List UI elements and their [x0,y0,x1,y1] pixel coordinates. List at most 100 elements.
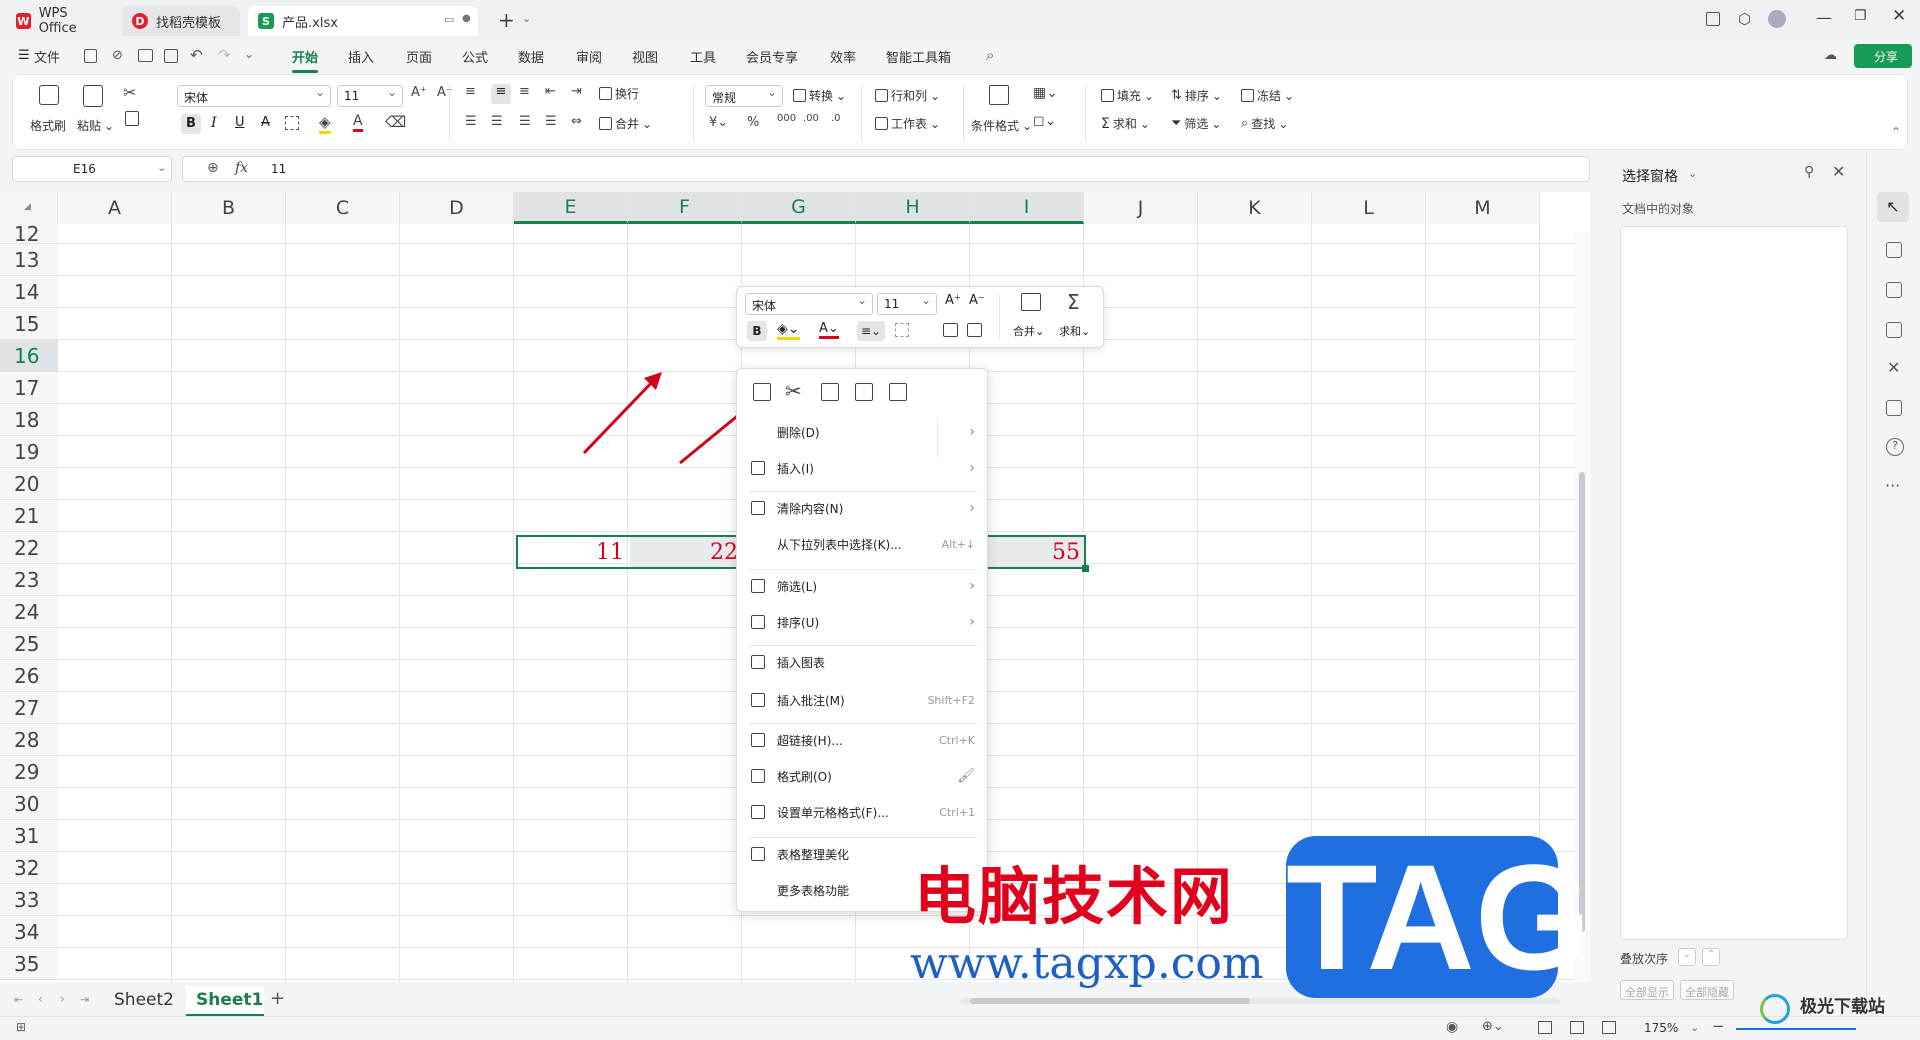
number-format-select[interactable]: 常规 [705,85,783,107]
select-all-corner[interactable]: ◢ [0,192,58,224]
tab-wps-office[interactable]: W WPS Office [6,6,114,36]
style-icon[interactable] [1886,322,1902,338]
column-header-m[interactable]: M [1426,192,1540,224]
tab-template[interactable]: D 找稻壳模板 [122,6,240,36]
menu-file[interactable]: 文件 [34,47,60,66]
row-header-33[interactable]: 33 [0,884,58,916]
object-list[interactable] [1620,226,1848,940]
row-header-22[interactable]: 22 [0,532,58,564]
row-header-16[interactable]: 16 [0,340,58,372]
column-header-k[interactable]: K [1198,192,1312,224]
mini-font-select[interactable]: 宋体 [745,293,873,315]
freeze-button[interactable]: 冻结 ⌄ [1241,87,1294,104]
name-box[interactable]: E16 ⌄ [12,156,172,182]
row-header-20[interactable]: 20 [0,468,58,500]
mini-sum-button[interactable]: 求和⌄ [1059,323,1090,339]
fill-button[interactable]: 填充 ⌄ [1101,87,1154,104]
distribute-icon[interactable]: ⇔ [571,114,582,129]
context-item-9[interactable]: 格式刷(O) 🖌 [737,761,989,791]
context-item-6[interactable]: 插入图表 [737,647,989,677]
column-header-d[interactable]: D [400,192,514,224]
next-sheet-icon[interactable]: › [60,992,65,1006]
row-header-13[interactable]: 13 [0,244,58,276]
show-all-button[interactable]: 全部显示 [1620,980,1674,1000]
select-pointer-icon[interactable]: ↖ [1877,192,1909,222]
context-item-2[interactable]: 清除内容(N) › [737,493,989,523]
context-item-4[interactable]: 筛选(L) › [737,571,989,601]
zoom-search-icon[interactable]: ⊕ [207,160,219,176]
normal-view-icon[interactable] [1538,1021,1552,1034]
pin-icon[interactable]: ⚲ [1804,164,1814,180]
row-header-31[interactable]: 31 [0,820,58,852]
table-style-icon[interactable]: ▦⌄ [1033,85,1058,101]
align-center-icon[interactable]: ☰ [491,114,503,129]
redo-icon[interactable]: ↷ [218,46,231,64]
copy-icon[interactable] [753,383,771,401]
save-icon[interactable] [84,49,97,63]
clear-format-icon[interactable]: ⌫ [385,113,406,131]
context-item-7[interactable]: 插入批注(M) Shift+F2 [737,685,989,715]
indent-increase-icon[interactable]: ⇥ [571,84,582,99]
align-middle-icon[interactable]: ≡ [491,84,511,104]
page-break-icon[interactable] [1602,1021,1616,1034]
menu-home[interactable]: 开始 [292,47,319,73]
border-icon[interactable] [285,116,299,130]
menu-insert[interactable]: 插入 [348,47,374,66]
pane-title-dropdown-icon[interactable]: ⌄ [1688,167,1697,180]
hamburger-icon[interactable]: ☰ [18,48,30,63]
column-header-b[interactable]: B [172,192,286,224]
align-left-icon[interactable]: ☰ [465,114,477,129]
find-button[interactable]: ⌕ 查找 ⌄ [1241,115,1288,132]
tab-list-icon[interactable]: ⌄ [522,12,531,25]
row-header-28[interactable]: 28 [0,724,58,756]
menu-view[interactable]: 视图 [632,47,658,66]
mini-fill-color-icon[interactable]: ◈⌄ [777,321,800,340]
justify-icon[interactable]: ☰ [545,114,557,129]
mini-size-select[interactable]: 11 [877,293,937,315]
cube-icon[interactable]: ⬡ [1738,10,1751,28]
backup-icon[interactable] [1886,400,1902,416]
row-header-17[interactable]: 17 [0,372,58,404]
align-top-icon[interactable]: ≡ [465,84,476,99]
more-icon[interactable]: ··· [1885,476,1900,495]
zoom-level[interactable]: 175% [1644,1021,1678,1035]
paste-text-icon[interactable] [855,383,873,401]
percent-icon[interactable]: % [747,115,759,130]
cloud-icon[interactable]: ☁ [1824,48,1837,63]
sheet-tab-sheet1[interactable]: Sheet1 [196,990,263,1010]
mini-increase-font-icon[interactable]: A⁺ [945,293,961,308]
mini-decrease-font-icon[interactable]: A⁻ [969,293,985,308]
minimize-icon[interactable]: — [1816,8,1832,27]
adjust-icon[interactable] [1886,242,1902,258]
strikethrough-button[interactable]: A [261,115,270,130]
name-box-dropdown-icon[interactable]: ⌄ [157,161,166,174]
context-item-1[interactable]: 插入(I) › [737,453,989,483]
cell-I16[interactable]: 55 [972,536,1086,568]
menu-member[interactable]: 会员专享 [746,47,798,66]
row-col-button[interactable]: 行和列 ⌄ [875,87,940,104]
mini-border-icon[interactable] [895,323,909,337]
menu-data[interactable]: 数据 [518,47,544,66]
merge-button[interactable]: 合并 ⌄ [599,115,652,132]
mini-align-icon[interactable]: ≡⌄ [857,321,885,341]
menu-tools[interactable]: 工具 [690,47,716,66]
column-header-i[interactable]: I [970,192,1084,224]
copy-icon[interactable] [125,111,139,126]
layout-icon[interactable] [1706,12,1720,26]
increase-font-icon[interactable]: A⁺ [411,85,427,100]
context-item-10[interactable]: 设置单元格格式(F)... Ctrl+1 [737,797,989,827]
bold-button[interactable]: B [181,114,201,134]
tab-product-xlsx[interactable]: S 产品.xlsx ▭ ● [248,6,478,36]
sort-button[interactable]: ⇅ 排序 ⌄ [1171,87,1222,104]
row-header-35[interactable]: 35 [0,948,58,980]
row-header-25[interactable]: 25 [0,628,58,660]
move-down-button[interactable]: ⌄ [1678,948,1696,966]
column-header-f[interactable]: F [628,192,742,224]
undo-icon[interactable]: ↶ [190,46,203,64]
prev-sheet-icon[interactable]: ‹ [38,992,43,1006]
decrease-decimal-icon[interactable]: .0 [831,113,841,124]
quick-access-more-icon[interactable]: ⌄ [244,47,254,61]
mini-font-color-icon[interactable]: A⌄ [819,321,839,339]
column-header-h[interactable]: H [856,192,970,224]
column-header-c[interactable]: C [286,192,400,224]
